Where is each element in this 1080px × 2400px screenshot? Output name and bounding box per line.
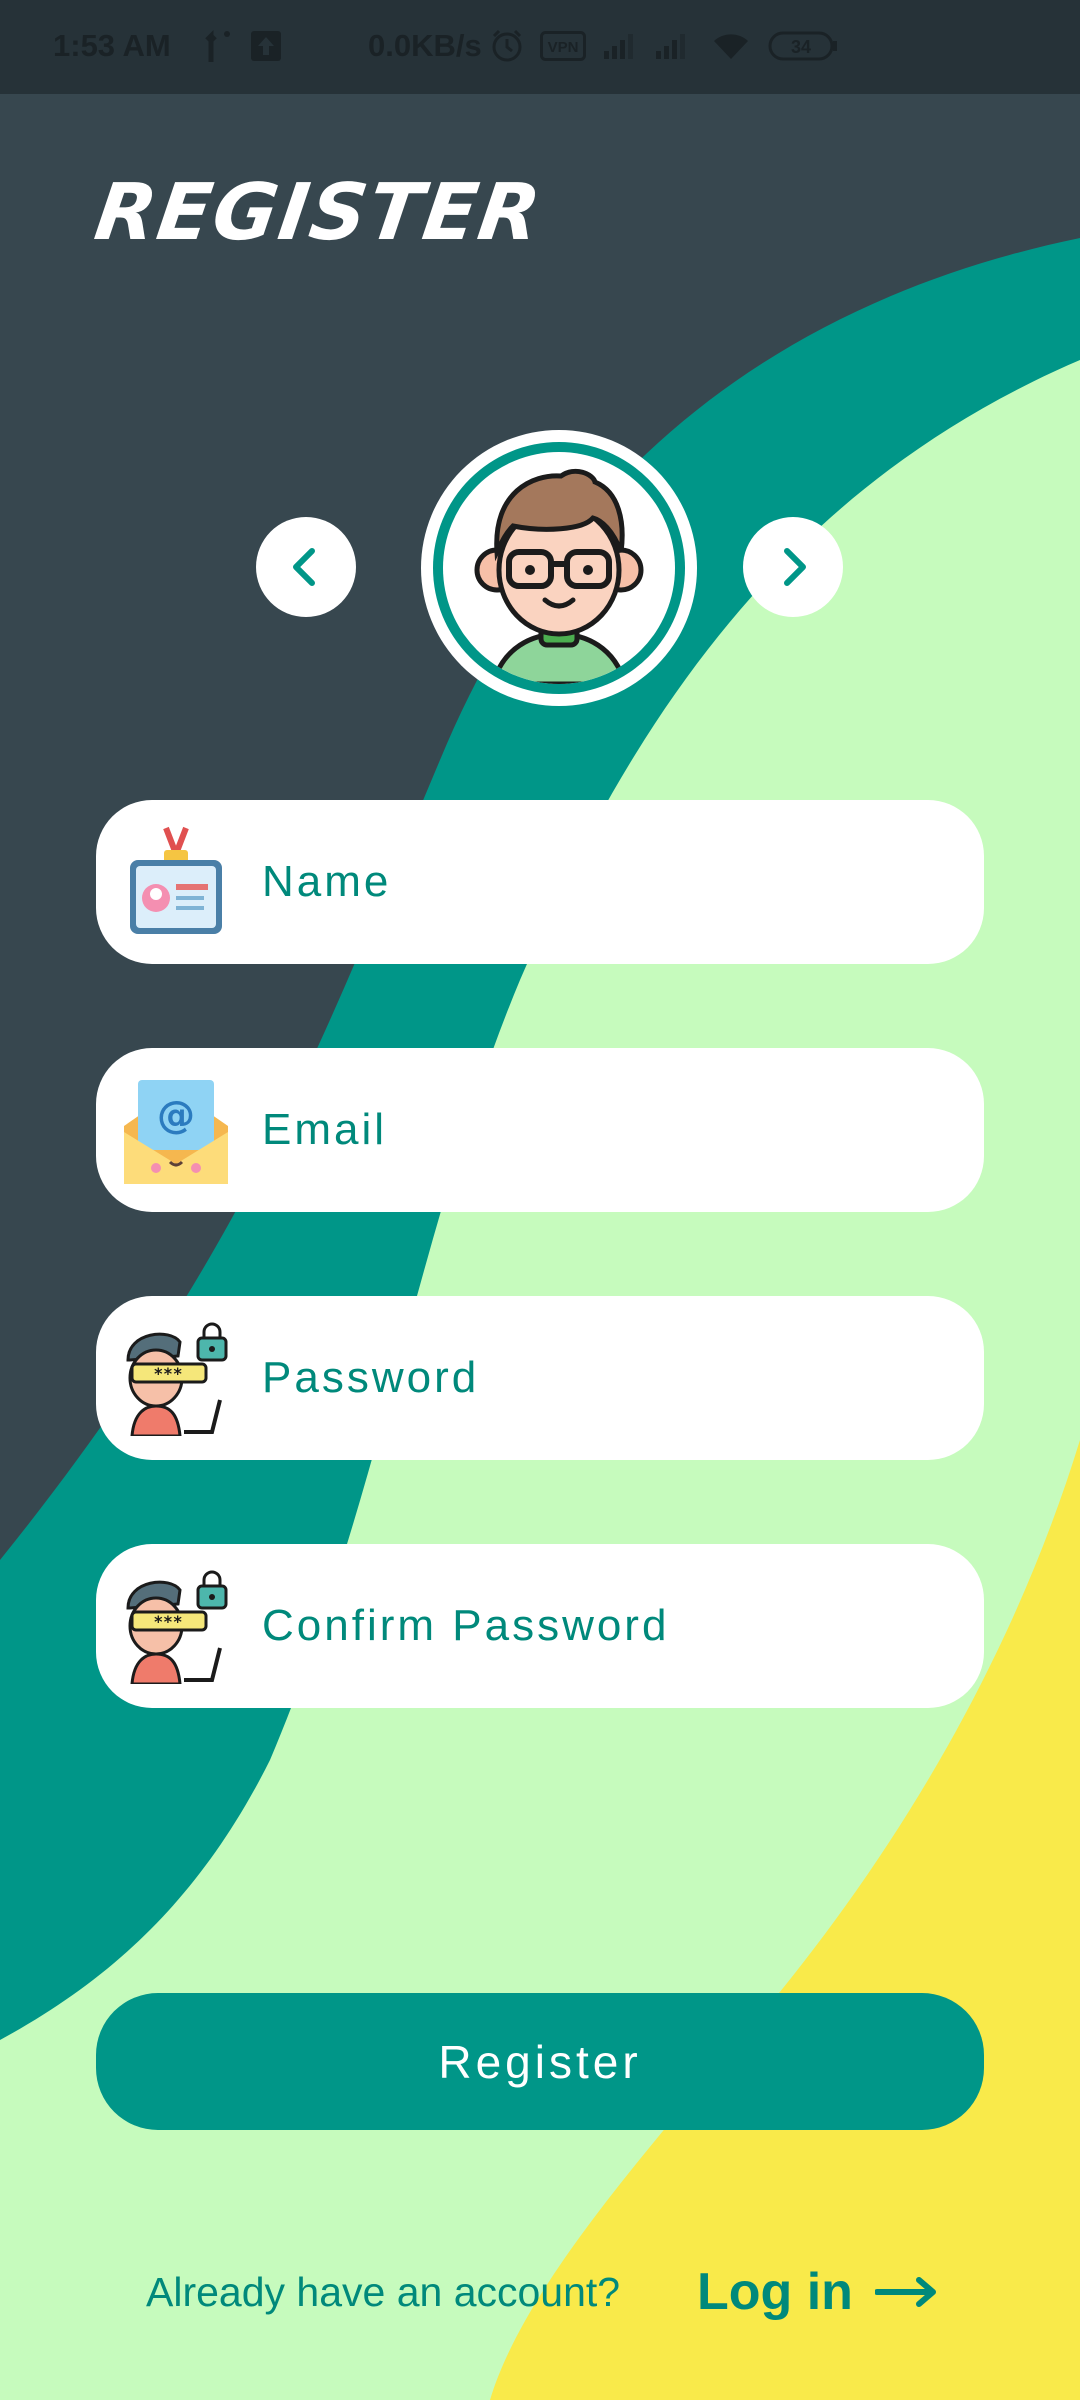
confirm-password-field[interactable]: *** xyxy=(96,1544,984,1708)
svg-text:***: *** xyxy=(154,1364,183,1383)
email-input[interactable] xyxy=(262,1048,952,1212)
alarm-icon xyxy=(490,29,524,63)
login-prompt: Already have an account? xyxy=(146,2269,621,2315)
network-speed: 0.0KB/s xyxy=(368,28,482,63)
previous-avatar-button[interactable] xyxy=(256,517,356,617)
password-field[interactable]: *** xyxy=(96,1296,984,1460)
login-row: Already have an account? Log in xyxy=(0,2262,1080,2322)
cell-signal-icon xyxy=(602,31,638,61)
confirm-password-input[interactable] xyxy=(262,1544,952,1708)
envelope-at-icon: @ xyxy=(124,1080,228,1184)
password-user-icon: *** xyxy=(126,1570,228,1684)
chevron-left-icon xyxy=(293,548,315,586)
svg-text:***: *** xyxy=(154,1612,183,1631)
id-badge-icon xyxy=(130,826,222,934)
avatar-selector[interactable] xyxy=(421,430,697,706)
battery-level: 34 xyxy=(791,37,811,57)
login-link-label: Log in xyxy=(697,2263,853,2321)
email-field[interactable]: @ xyxy=(96,1048,984,1212)
password-user-icon: *** xyxy=(126,1322,228,1436)
register-button[interactable]: Register xyxy=(96,1993,984,2130)
register-screen: 1:53 AM 0.0KB/s VPN 34 REGISTER Name @ E… xyxy=(0,0,1080,2400)
vpn-label: VPN xyxy=(548,39,579,56)
chevron-right-icon xyxy=(784,548,806,586)
data-activity-icon xyxy=(205,28,233,64)
name-input[interactable] xyxy=(262,800,952,964)
cell-signal-icon xyxy=(654,31,690,61)
page-title: REGISTER xyxy=(89,168,548,258)
name-field[interactable] xyxy=(96,800,984,964)
wifi-icon xyxy=(712,31,750,61)
next-avatar-button[interactable] xyxy=(743,517,843,617)
vpn-icon: VPN xyxy=(540,31,586,61)
password-input[interactable] xyxy=(262,1296,952,1460)
upload-arrow-icon xyxy=(251,31,281,61)
status-time: 1:53 AM xyxy=(53,28,171,63)
battery-icon: 34 xyxy=(768,31,838,61)
arrow-right-icon xyxy=(874,2277,936,2307)
svg-text:@: @ xyxy=(157,1093,195,1137)
login-link[interactable]: Log in xyxy=(697,2262,939,2322)
status-bar: 1:53 AM 0.0KB/s VPN 34 xyxy=(0,0,1080,94)
boy-with-glasses-avatar xyxy=(443,452,675,684)
